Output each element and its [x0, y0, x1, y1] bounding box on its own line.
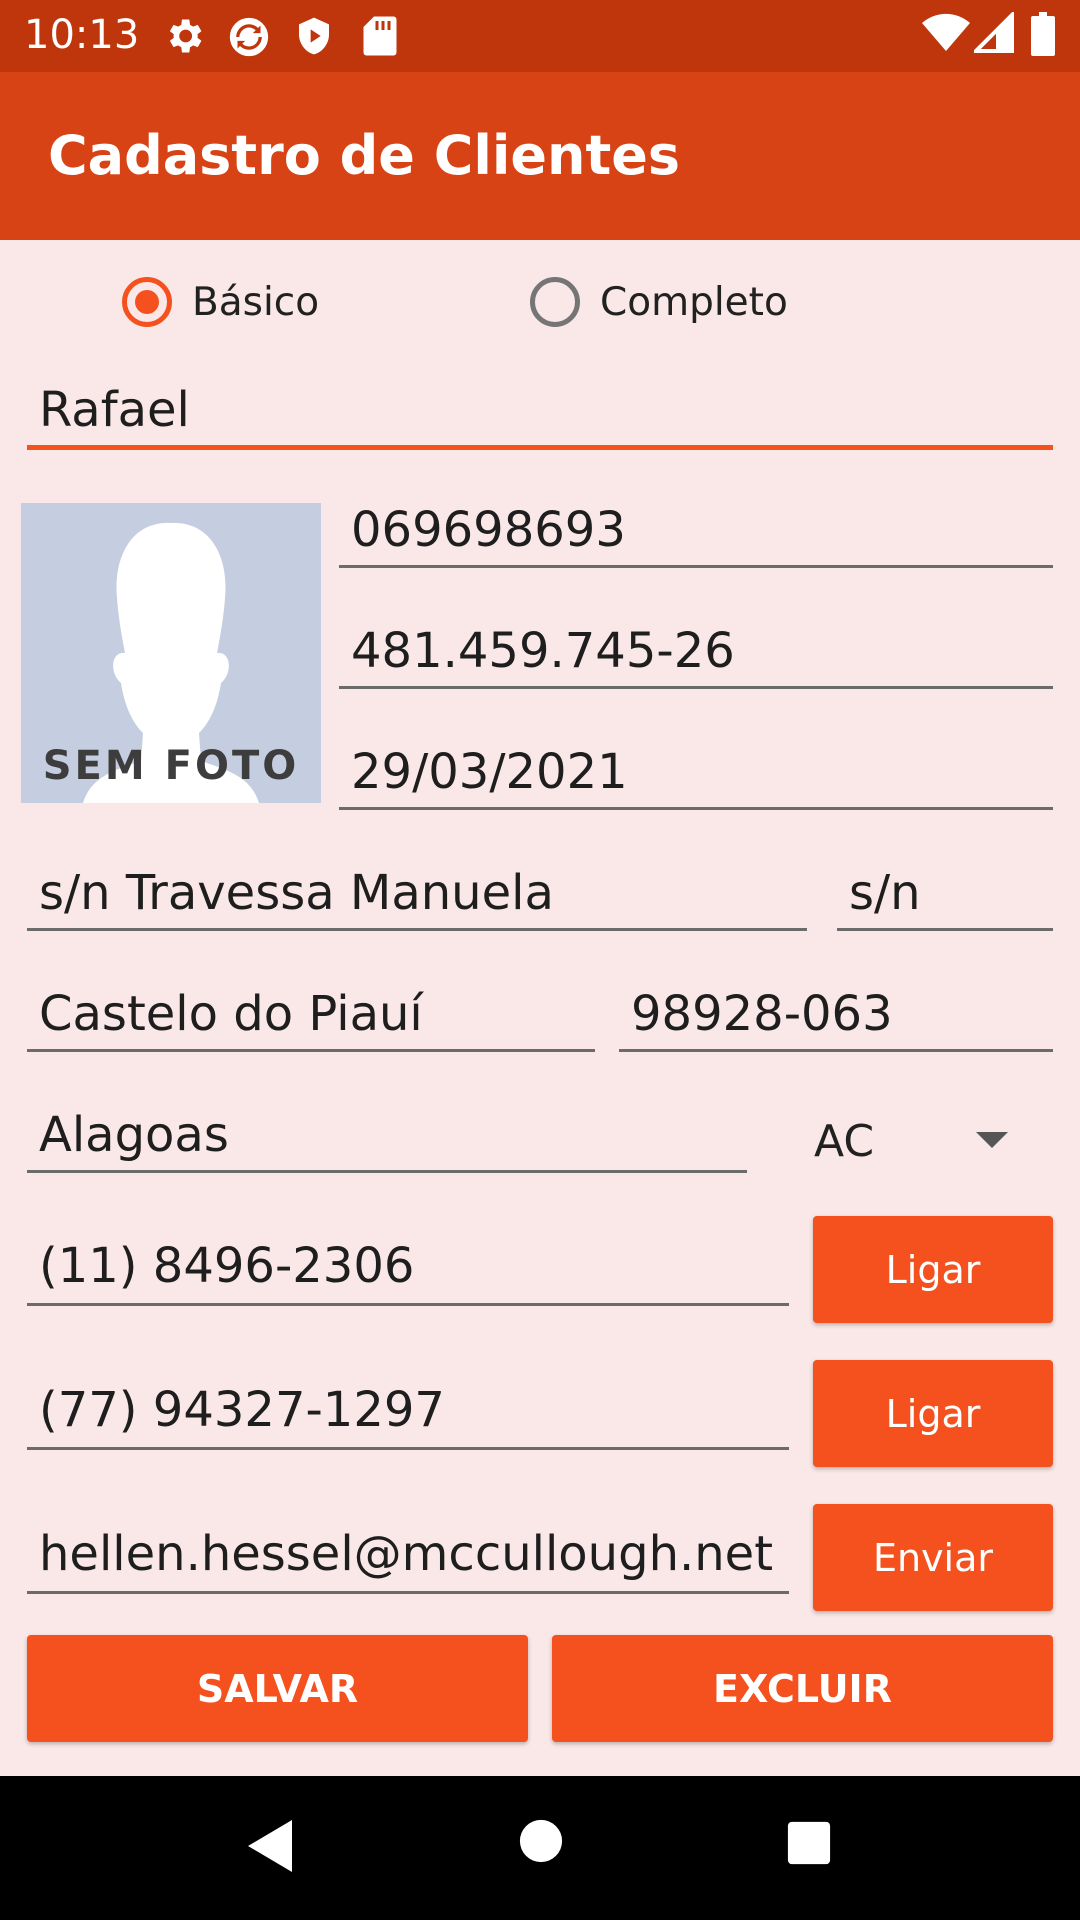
save-button[interactable]: SALVAR	[27, 1635, 528, 1742]
radio-unchecked-icon[interactable]	[530, 277, 580, 327]
birth-date-field[interactable]: 29/03/2021	[339, 744, 1053, 810]
state-field[interactable]: Alagoas	[27, 1107, 747, 1173]
status-bar: 10:13	[0, 0, 1080, 72]
photo-caption: SEM FOTO	[42, 743, 300, 789]
city-field[interactable]: Castelo do Piauí	[27, 986, 595, 1052]
number-field[interactable]: s/n	[837, 865, 1053, 931]
uf-select[interactable]: AC	[814, 1116, 1024, 1172]
call-phone2-button[interactable]: Ligar	[813, 1360, 1053, 1467]
dropdown-arrow-icon	[976, 1132, 1008, 1148]
radio-completo-label: Completo	[600, 279, 788, 325]
back-icon[interactable]	[244, 1816, 296, 1876]
signal-icon	[974, 12, 1014, 53]
wifi-icon	[922, 13, 970, 51]
radio-basico-label: Básico	[192, 279, 320, 325]
navigation-bar	[0, 1776, 1080, 1920]
page-title: Cadastro de Clientes	[48, 124, 681, 187]
uf-select-value: AC	[814, 1116, 875, 1167]
phone1-field[interactable]: (11) 8496-2306	[27, 1238, 789, 1306]
cpf-field[interactable]: 481.459.745-26	[339, 623, 1053, 689]
sync-icon	[229, 17, 269, 57]
battery-icon	[1031, 12, 1055, 56]
send-email-button[interactable]: Enviar	[813, 1504, 1053, 1611]
recents-icon[interactable]	[786, 1820, 832, 1866]
gear-icon	[169, 19, 202, 53]
home-icon[interactable]	[518, 1818, 564, 1864]
status-time: 10:13	[24, 12, 140, 58]
name-field[interactable]: Rafael	[27, 382, 1053, 450]
phone2-field[interactable]: (77) 94327-1297	[27, 1382, 789, 1450]
app-bar: Cadastro de Clientes	[0, 72, 1080, 240]
street-field[interactable]: s/n Travessa Manuela	[27, 865, 807, 931]
radio-basico[interactable]: Básico	[122, 277, 319, 327]
email-field[interactable]: hellen.hessel@mccullough.net	[27, 1526, 789, 1594]
call-phone1-button[interactable]: Ligar	[813, 1216, 1053, 1323]
delete-button[interactable]: EXCLUIR	[552, 1635, 1053, 1742]
shield-play-icon	[299, 17, 329, 55]
cep-field[interactable]: 98928-063	[619, 986, 1053, 1052]
client-photo[interactable]: SEM FOTO	[21, 503, 321, 803]
radio-completo[interactable]: Completo	[530, 277, 788, 327]
radio-checked-icon[interactable]	[122, 277, 172, 327]
rg-field[interactable]: 069698693	[339, 502, 1053, 568]
sd-card-icon	[363, 16, 397, 56]
